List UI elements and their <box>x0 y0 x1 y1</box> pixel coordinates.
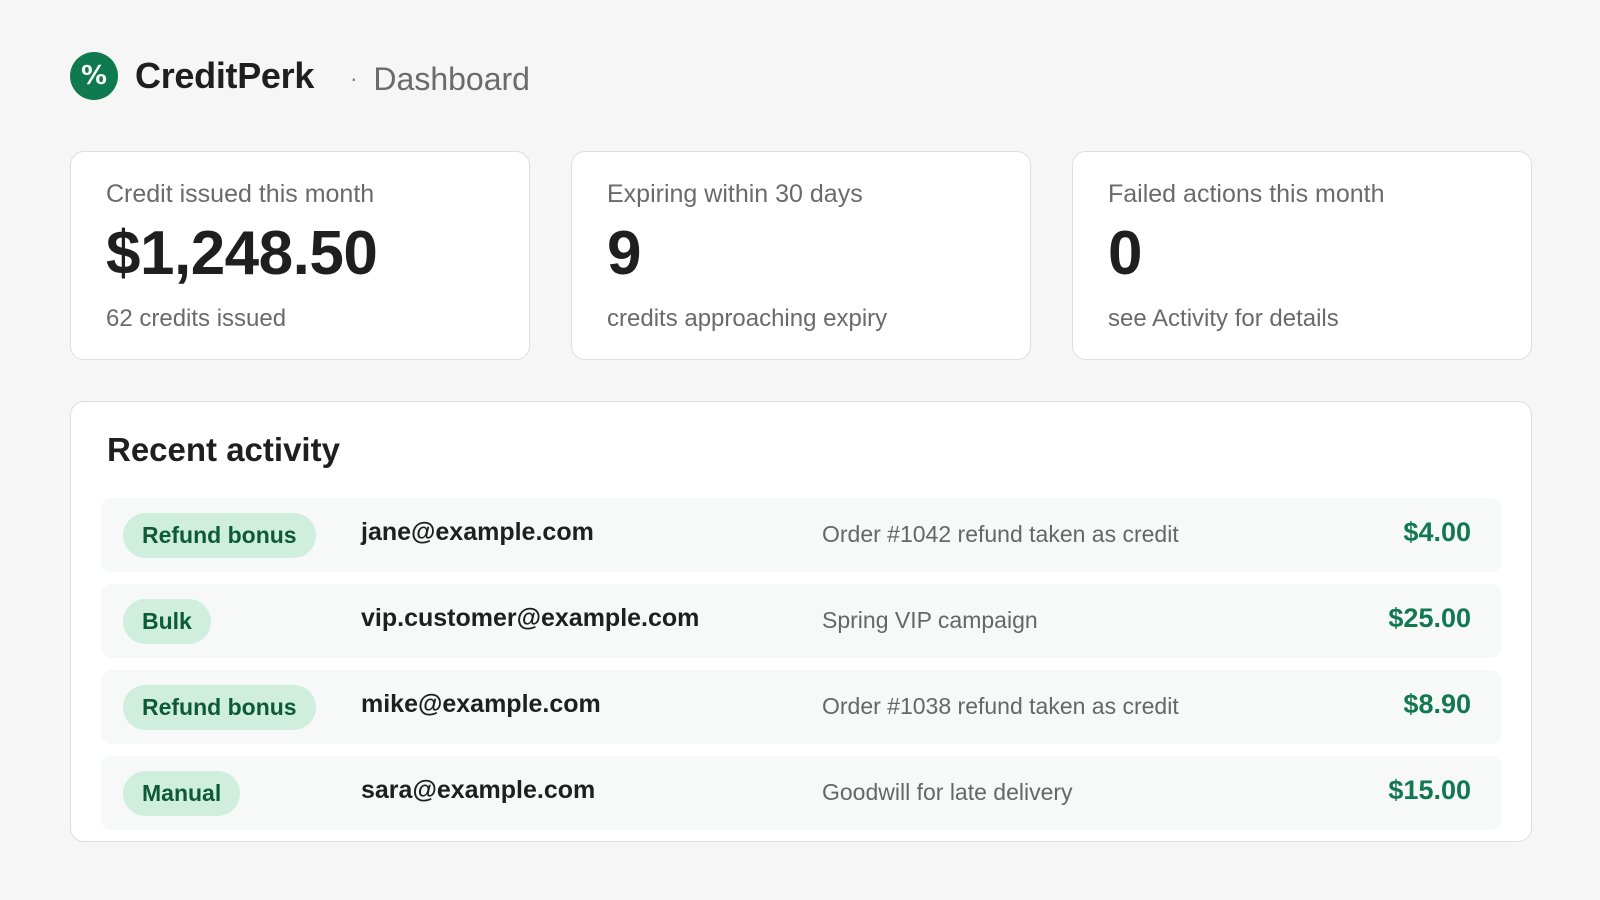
stat-value: 0 <box>1108 218 1142 288</box>
stat-label: Credit issued this month <box>106 180 375 208</box>
activity-email: sara@example.com <box>361 776 596 804</box>
stat-subtext: 62 credits issued <box>106 305 287 332</box>
activity-row[interactable]: Refund bonus jane@example.com Order #104… <box>101 498 1501 572</box>
activity-type-badge: Refund bonus <box>123 685 316 730</box>
activity-amount: $4.00 <box>1403 517 1471 547</box>
stat-card-expiring: Expiring within 30 days 9 credits approa… <box>571 151 1031 360</box>
stat-card-credit-issued: Credit issued this month $1,248.50 62 cr… <box>70 151 530 360</box>
activity-type-badge: Bulk <box>123 599 211 644</box>
activity-description: Order #1042 refund taken as credit <box>822 521 1179 547</box>
activity-email: vip.customer@example.com <box>361 604 700 632</box>
activity-type-badge: Manual <box>123 771 241 816</box>
logo-glyph: % <box>80 61 108 91</box>
dashboard-page: % CreditPerk · Dashboard Credit issued t… <box>0 0 1600 900</box>
activity-description: Goodwill for late delivery <box>822 779 1073 805</box>
activity-description: Order #1038 refund taken as credit <box>822 693 1179 719</box>
percent-icon: % <box>70 52 118 100</box>
activity-row[interactable]: Refund bonus mike@example.com Order #103… <box>101 670 1501 744</box>
activity-row[interactable]: Manual sara@example.com Goodwill for lat… <box>101 756 1501 830</box>
stat-subtext: credits approaching expiry <box>607 305 888 332</box>
breadcrumb-separator: · <box>350 66 358 91</box>
activity-list: Refund bonus jane@example.com Order #104… <box>101 498 1501 842</box>
stat-card-failed-actions: Failed actions this month 0 see Activity… <box>1072 151 1532 360</box>
stat-cards: Credit issued this month $1,248.50 62 cr… <box>70 151 1532 360</box>
recent-activity-title: Recent activity <box>107 431 340 468</box>
brand-name[interactable]: CreditPerk <box>135 55 314 97</box>
activity-amount: $25.00 <box>1388 603 1471 633</box>
stat-value: 9 <box>607 218 641 288</box>
activity-description: Spring VIP campaign <box>822 607 1038 633</box>
activity-amount: $8.90 <box>1403 689 1471 719</box>
activity-email: mike@example.com <box>361 690 601 718</box>
stat-subtext: see Activity for details <box>1108 305 1339 332</box>
activity-amount: $15.00 <box>1388 775 1471 805</box>
stat-label: Expiring within 30 days <box>607 180 863 208</box>
stat-label: Failed actions this month <box>1108 180 1385 208</box>
activity-row[interactable]: Bulk vip.customer@example.com Spring VIP… <box>101 584 1501 658</box>
app-header: % CreditPerk · Dashboard <box>70 52 530 100</box>
activity-type-badge: Refund bonus <box>123 513 316 558</box>
breadcrumb-dashboard: Dashboard <box>373 60 530 97</box>
recent-activity-panel: Recent activity Refund bonus jane@exampl… <box>70 401 1532 842</box>
stat-value: $1,248.50 <box>106 218 378 288</box>
activity-email: jane@example.com <box>361 518 594 546</box>
